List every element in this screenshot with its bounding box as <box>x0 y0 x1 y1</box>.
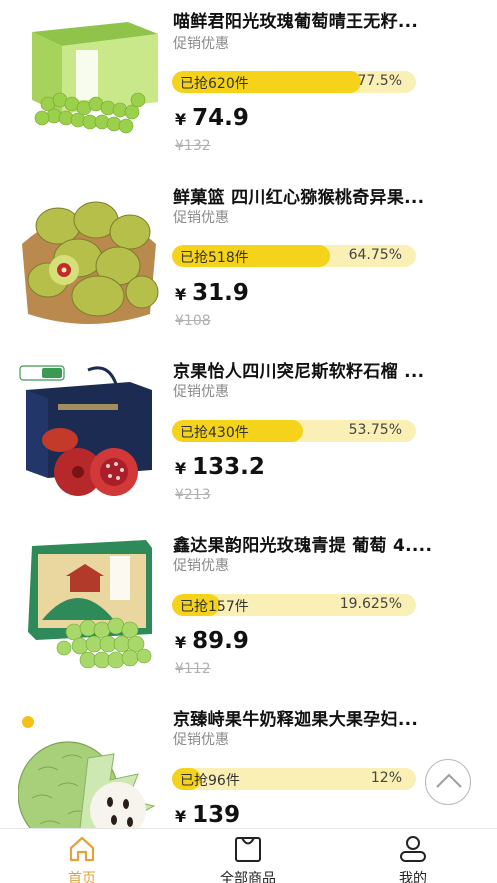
sales-progress-bar: 已抢157件 19.625% <box>172 594 416 616</box>
sales-progress-bar: 已抢620件 77.5% <box>172 71 416 93</box>
current-price: ¥89.9 <box>175 628 249 654</box>
sales-progress-bar: 已抢430件 53.75% <box>172 420 416 442</box>
price-value: 139 <box>192 802 241 828</box>
promo-label: 促销优惠 <box>173 384 229 400</box>
product-title[interactable]: 鑫达果韵阳光玫瑰青提 葡萄 4.... <box>173 531 473 556</box>
product-title[interactable]: 喵鲜君阳光玫瑰葡萄晴王无籽... <box>173 7 473 32</box>
original-price: ¥112 <box>175 661 211 677</box>
product-image[interactable] <box>18 710 160 828</box>
promo-label: 促销优惠 <box>173 558 229 574</box>
shopping-bag-icon <box>235 837 261 862</box>
tab-all-products[interactable]: 全部商品 <box>188 829 308 883</box>
current-price: ¥74.9 <box>175 105 249 131</box>
product-image[interactable] <box>18 184 160 324</box>
tab-label: 全部商品 <box>220 871 276 883</box>
user-icon <box>400 836 426 862</box>
product-title[interactable]: 京臻峙果牛奶释迦果大果孕妇... <box>173 705 473 730</box>
price-value: 31.9 <box>192 280 249 306</box>
original-price: ¥108 <box>175 313 211 329</box>
sold-count: 已抢157件 <box>180 599 249 615</box>
currency-symbol: ¥ <box>175 459 187 478</box>
progress-percent: 53.75% <box>348 422 402 438</box>
currency-symbol: ¥ <box>175 807 187 826</box>
product-card[interactable]: 鑫达果韵阳光玫瑰青提 葡萄 4.... 促销优惠 已抢157件 19.625% … <box>0 522 497 696</box>
product-title[interactable]: 鲜菓篮 四川红心猕猴桃奇异果... <box>173 183 473 208</box>
sold-count: 已抢430件 <box>180 425 249 441</box>
currency-symbol: ¥ <box>175 110 187 129</box>
progress-percent: 77.5% <box>357 73 402 89</box>
product-image[interactable] <box>18 536 160 676</box>
price-value: 74.9 <box>192 105 249 131</box>
price-value: 89.9 <box>192 628 249 654</box>
sold-count: 已抢620件 <box>180 76 249 92</box>
tab-label: 首页 <box>68 871 96 883</box>
product-card[interactable]: 京臻峙果牛奶释迦果大果孕妇... 促销优惠 已抢96件 12% ¥139 <box>0 696 497 828</box>
tab-profile[interactable]: 我的 <box>353 829 473 883</box>
tab-home[interactable]: 首页 <box>22 829 142 883</box>
product-card[interactable]: 京果怡人四川突尼斯软籽石榴 ... 促销优惠 已抢430件 53.75% ¥13… <box>0 348 497 522</box>
promo-label: 促销优惠 <box>173 210 229 226</box>
original-price: ¥132 <box>175 138 211 154</box>
product-image[interactable] <box>18 4 160 144</box>
home-icon <box>69 836 95 862</box>
current-price: ¥139 <box>175 802 240 828</box>
currency-symbol: ¥ <box>175 633 187 652</box>
product-card[interactable]: 喵鲜君阳光玫瑰葡萄晴王无籽... 促销优惠 已抢620件 77.5% ¥74.9… <box>0 0 497 174</box>
sales-progress-bar: 已抢96件 12% <box>172 768 416 790</box>
promo-label: 促销优惠 <box>173 732 229 748</box>
product-list: 喵鲜君阳光玫瑰葡萄晴王无籽... 促销优惠 已抢620件 77.5% ¥74.9… <box>0 0 497 828</box>
bottom-tab-bar: 首页 全部商品 我的 <box>0 828 497 883</box>
progress-percent: 19.625% <box>339 596 402 612</box>
progress-percent: 64.75% <box>348 247 402 263</box>
sold-count: 已抢518件 <box>180 250 249 266</box>
chevron-up-icon <box>436 773 462 788</box>
sold-count: 已抢96件 <box>180 773 240 789</box>
product-image[interactable] <box>18 360 160 500</box>
back-to-top-button[interactable] <box>425 759 471 805</box>
promo-label: 促销优惠 <box>173 36 229 52</box>
currency-symbol: ¥ <box>175 285 187 304</box>
price-value: 133.2 <box>192 454 265 480</box>
product-title[interactable]: 京果怡人四川突尼斯软籽石榴 ... <box>173 357 473 382</box>
original-price: ¥213 <box>175 487 211 503</box>
tab-label: 我的 <box>399 871 427 883</box>
current-price: ¥31.9 <box>175 280 249 306</box>
sales-progress-bar: 已抢518件 64.75% <box>172 245 416 267</box>
progress-percent: 12% <box>370 770 402 786</box>
product-card[interactable]: 鲜菓篮 四川红心猕猴桃奇异果... 促销优惠 已抢518件 64.75% ¥31… <box>0 174 497 348</box>
current-price: ¥133.2 <box>175 454 265 480</box>
